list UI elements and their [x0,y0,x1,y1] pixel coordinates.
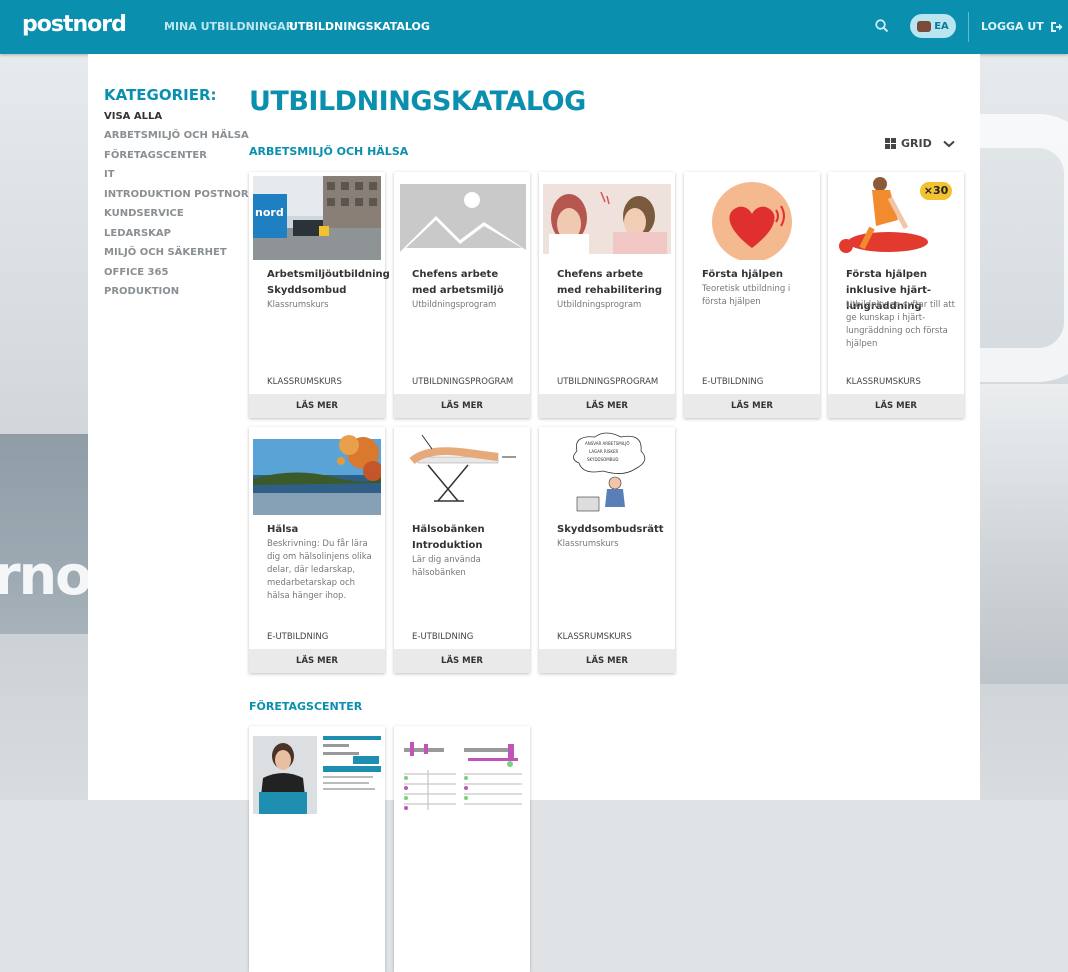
user-initials: EA [934,20,949,32]
card-type: KLASSRUMSKURS [557,632,632,642]
read-more-button[interactable]: LÄS MER [539,649,675,673]
course-card[interactable]: ×30 Första hjälpen inklusive hjärt-lungr… [828,172,964,418]
card-description: Klassrumskurs [267,300,329,310]
course-card[interactable] [394,726,530,972]
top-navbar: postnord MINA UTBILDNINGAR UTBILDNINGSKA… [0,0,1068,54]
card-title: Skyddsombudsrätt [557,524,664,535]
course-card[interactable]: ANSVAR ARBETSMILJÖ LAGAR RISKER SKYDDSOM… [539,427,675,673]
grid-icon [885,138,896,149]
course-card[interactable]: Hälsobänken Introduktion Lär dig använda… [394,427,530,673]
section-title-arbetsmiljo: ARBETSMILJÖ OCH HÄLSA [249,145,409,158]
read-more-button[interactable]: LÄS MER [249,649,385,673]
view-toggle[interactable]: GRID [885,137,955,150]
person-photo [253,730,381,814]
card-title: Hälsobänken Introduktion [412,524,485,551]
card-type: KLASSRUMSKURS [846,377,921,387]
card-type: UTBILDNINGSPROGRAM [412,377,514,387]
worried-person-illustration: ANSVAR ARBETSMILJÖ LAGAR RISKER SKYDDSOM… [543,431,671,515]
page-title: UTBILDNINGSKATALOG [249,86,586,117]
cpr-illustration: ×30 [832,176,960,260]
category-miljo-sakerhet[interactable]: MILJÖ OCH SÄKERHET [104,247,227,258]
repetition-badge: ×30 [920,182,952,200]
read-more-button[interactable]: LÄS MER [828,394,964,418]
svg-text:nord: nord [255,206,284,219]
read-more-button[interactable]: LÄS MER [684,394,820,418]
read-more-button[interactable]: LÄS MER [394,649,530,673]
category-foretagscenter[interactable]: FÖRETAGSCENTER [104,150,207,161]
card-type: UTBILDNINGSPROGRAM [557,377,659,387]
read-more-button[interactable]: LÄS MER [394,394,530,418]
view-toggle-label: GRID [901,137,932,150]
heart-icon [688,176,816,260]
card-type: E-UTBILDNING [412,632,474,642]
course-card[interactable]: Chefens arbete med rehabilitering Utbild… [539,172,675,418]
placeholder-image-icon [398,176,526,260]
card-title: Första hjälpen [702,269,783,280]
card-type: KLASSRUMSKURS [267,377,342,387]
logout-label: LOGGA UT [981,20,1044,33]
category-arbetsmiljo[interactable]: ARBETSMILJÖ OCH HÄLSA [104,130,249,141]
content-panel: KATEGORIER: VISA ALLA ARBETSMILJÖ OCH HÄ… [88,54,980,972]
svg-text:LAGAR RISKER: LAGAR RISKER [589,449,619,454]
card-description: Teoretisk utbildning i första hjälpen [702,284,791,307]
course-card[interactable]: Första hjälpen Teoretisk utbildning i fö… [684,172,820,418]
course-card[interactable]: Chefens arbete med arbetsmiljö Utbildnin… [394,172,530,418]
card-type: E-UTBILDNING [702,377,764,387]
card-description: Klassrumskurs [557,539,619,549]
card-description: Utbildningsprogram [557,300,642,310]
nav-mina-utbildningar[interactable]: MINA UTBILDNINGAR [164,20,294,33]
chevron-down-icon [943,140,955,147]
category-introduktion[interactable]: INTRODUKTION POSTNORD [104,189,257,200]
category-it[interactable]: IT [104,169,115,180]
search-icon[interactable] [874,18,890,34]
course-card[interactable]: nord Arbetsmiljöutbildning Skyddsombud K… [249,172,390,418]
card-description: Lär dig använda hälsobänken [412,555,481,578]
card-title: Arbetsmiljöutbildning Skyddsombud [267,269,390,296]
nav-utbildningskatalog[interactable]: UTBILDNINGSKATALOG [289,20,430,33]
category-visa-alla[interactable]: VISA ALLA [104,111,162,122]
read-more-button[interactable]: LÄS MER [539,394,675,418]
svg-text:SKYDDSOMBUD: SKYDDSOMBUD [587,457,619,462]
thumb-label: Hälsa [271,431,296,440]
card-title: Hälsa [267,524,299,535]
svg-text:ANSVAR ARBETSMILJÖ: ANSVAR ARBETSMILJÖ [585,441,630,446]
people-photo [543,176,671,260]
read-more-button[interactable]: LÄS MER [249,394,385,418]
section-title-foretagscenter: FÖRETAGSCENTER [249,700,363,713]
diagram-screenshot [398,730,526,814]
postnord-logo[interactable]: postnord [22,12,127,37]
course-card[interactable] [249,726,385,972]
card-title: Chefens arbete med rehabilitering [557,269,663,296]
card-description: Beskrivning: Du får lära dig om hälsolin… [267,539,372,601]
bench-illustration [398,431,526,515]
street-photo: nord [253,176,381,260]
category-produktion[interactable]: PRODUKTION [104,286,179,297]
autumn-landscape-photo: Hälsa [253,431,381,515]
header-divider [968,12,969,42]
category-ledarskap[interactable]: LEDARSKAP [104,228,171,239]
user-avatar-button[interactable]: EA [910,14,956,38]
card-description: Utbildningsprogram [412,300,497,310]
category-kundservice[interactable]: KUNDSERVICE [104,208,184,219]
card-description: Utbildningen syftar till att ge kunskap … [846,300,955,349]
avatar [917,20,932,32]
card-title: Chefens arbete med arbetsmiljö [412,269,504,296]
category-office-365[interactable]: OFFICE 365 [104,267,168,278]
card-type: E-UTBILDNING [267,632,329,642]
logout-button[interactable]: LOGGA UT [981,20,1063,33]
categories-title: KATEGORIER: [104,86,217,104]
course-card[interactable]: Hälsa Hälsa Beskrivning: Du får lära dig… [249,427,385,673]
logout-icon [1050,21,1063,32]
